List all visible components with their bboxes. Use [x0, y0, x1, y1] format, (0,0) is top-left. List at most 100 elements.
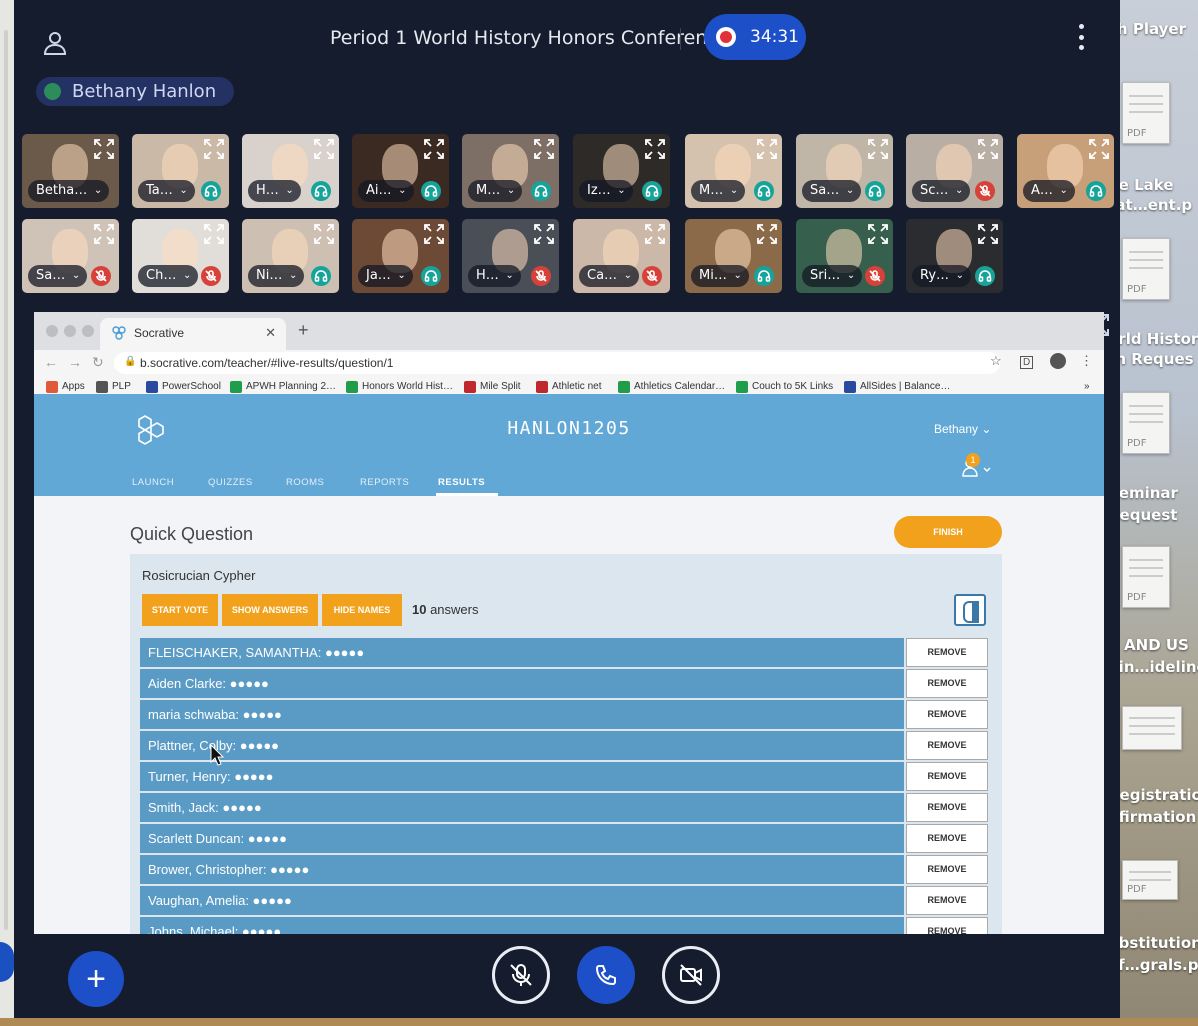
participant-tile[interactable]: H… ⌄: [242, 134, 339, 208]
expand-icon[interactable]: [533, 223, 555, 245]
reload-icon[interactable]: ↻: [92, 354, 104, 371]
participant-tile[interactable]: M… ⌄: [685, 134, 782, 208]
remove-response-button[interactable]: REMOVE: [906, 824, 988, 853]
hide-names-button[interactable]: HIDE NAMES: [322, 594, 402, 626]
expand-icon[interactable]: [313, 138, 335, 160]
expand-icon[interactable]: [1088, 138, 1110, 160]
expand-icon[interactable]: [977, 223, 999, 245]
close-tab-icon[interactable]: ✕: [265, 325, 276, 341]
participant-tile[interactable]: Sri… ⌄: [796, 219, 893, 293]
expand-icon[interactable]: [423, 138, 445, 160]
show-answers-button[interactable]: SHOW ANSWERS: [222, 594, 318, 626]
desktop-pdf-icon[interactable]: PDF: [1122, 546, 1170, 608]
participant-tile[interactable]: Ja… ⌄: [352, 219, 449, 293]
window-zoom-icon[interactable]: [82, 325, 94, 337]
bookmark-item[interactable]: PLP: [96, 381, 131, 393]
desktop-spreadsheet-icon[interactable]: [1122, 706, 1182, 750]
more-options-icon[interactable]: [1074, 24, 1088, 50]
participant-name[interactable]: Sc… ⌄: [912, 180, 971, 202]
remove-response-button[interactable]: REMOVE: [906, 855, 988, 884]
participant-name[interactable]: Betha… ⌄: [28, 180, 110, 202]
more-bookmarks-icon[interactable]: »: [1068, 381, 1090, 392]
participant-name[interactable]: Mi… ⌄: [691, 265, 749, 287]
expand-icon[interactable]: [756, 138, 778, 160]
expand-icon[interactable]: [203, 138, 225, 160]
participant-name[interactable]: M… ⌄: [468, 180, 523, 202]
desktop-pdf-icon[interactable]: PDF: [1122, 82, 1170, 144]
participant-tile[interactable]: Iz… ⌄: [573, 134, 670, 208]
window-close-icon[interactable]: [46, 325, 58, 337]
remove-response-button[interactable]: REMOVE: [906, 669, 988, 698]
bookmark-item[interactable]: Honors World Hist…: [346, 381, 453, 393]
participant-tile[interactable]: Sc… ⌄: [906, 134, 1003, 208]
desktop-pdf-icon[interactable]: PDF: [1122, 392, 1170, 454]
mute-microphone-button[interactable]: [492, 946, 550, 1004]
expand-icon[interactable]: [423, 223, 445, 245]
participant-name[interactable]: Iz… ⌄: [579, 180, 633, 202]
nav-launch[interactable]: LAUNCH: [132, 477, 174, 488]
contrast-toggle-icon[interactable]: [954, 594, 986, 626]
remove-response-button[interactable]: REMOVE: [906, 638, 988, 667]
bookmark-star-icon[interactable]: ☆: [990, 353, 1002, 369]
nav-rooms[interactable]: ROOMS: [286, 477, 324, 488]
add-action-button[interactable]: +: [68, 951, 124, 1007]
participant-tile[interactable]: Betha… ⌄: [22, 134, 119, 208]
remove-response-button[interactable]: REMOVE: [906, 762, 988, 791]
expand-icon[interactable]: [644, 223, 666, 245]
dock-app-icon[interactable]: [0, 942, 14, 982]
expand-icon[interactable]: [977, 138, 999, 160]
participant-name[interactable]: Ni… ⌄: [248, 265, 305, 287]
bookmark-item[interactable]: Athletic net: [536, 381, 601, 393]
expand-icon[interactable]: [313, 223, 335, 245]
nav-quizzes[interactable]: QUIZZES: [208, 477, 253, 488]
participant-tile[interactable]: Ca… ⌄: [573, 219, 670, 293]
bookmark-item[interactable]: APWH Planning 2…: [230, 381, 336, 393]
expand-icon[interactable]: [644, 138, 666, 160]
bookmark-item[interactable]: Mile Split: [464, 381, 521, 393]
participant-name[interactable]: M… ⌄: [691, 180, 746, 202]
forward-icon[interactable]: →: [68, 354, 82, 370]
participant-tile[interactable]: Mi… ⌄: [685, 219, 782, 293]
participant-tile[interactable]: Ai… ⌄: [352, 134, 449, 208]
participant-name[interactable]: Ca… ⌄: [579, 265, 640, 287]
start-vote-button[interactable]: START VOTE: [142, 594, 218, 626]
presenter-name-chip[interactable]: Bethany Hanlon: [36, 77, 235, 106]
remove-response-button[interactable]: REMOVE: [906, 700, 988, 729]
bookmark-item[interactable]: Couch to 5K Links: [736, 381, 833, 393]
expand-icon[interactable]: [93, 223, 115, 245]
participant-name[interactable]: Sa… ⌄: [28, 265, 88, 287]
expand-icon[interactable]: [203, 223, 225, 245]
url-input[interactable]: 🔒 b.socrative.com/teacher/#live-results/…: [114, 352, 1000, 374]
nav-results[interactable]: RESULTS: [438, 477, 485, 488]
expand-icon[interactable]: [93, 138, 115, 160]
user-icon[interactable]: [42, 30, 68, 56]
participant-name[interactable]: Ta… ⌄: [138, 180, 195, 202]
remove-response-button[interactable]: REMOVE: [906, 731, 988, 760]
participant-name[interactable]: H… ⌄: [468, 265, 521, 287]
expand-icon[interactable]: [756, 223, 778, 245]
recording-indicator[interactable]: 34:31: [704, 14, 806, 60]
bookmark-item[interactable]: Apps: [46, 381, 85, 393]
participant-tile[interactable]: Ta… ⌄: [132, 134, 229, 208]
remove-response-button[interactable]: REMOVE: [906, 886, 988, 915]
finish-button[interactable]: FINISH: [894, 516, 1002, 548]
remove-response-button[interactable]: REMOVE: [906, 917, 988, 934]
participant-name[interactable]: A… ⌄: [1023, 180, 1075, 202]
tab-socrative[interactable]: Socrative ✕: [100, 318, 286, 350]
browser-menu-icon[interactable]: ⋮: [1080, 353, 1093, 369]
desktop-pdf-icon[interactable]: PDF: [1122, 860, 1178, 900]
participant-tile[interactable]: Ch… ⌄: [132, 219, 229, 293]
participant-name[interactable]: Ai… ⌄: [358, 180, 414, 202]
participant-tile[interactable]: M… ⌄: [462, 134, 559, 208]
remove-response-button[interactable]: REMOVE: [906, 793, 988, 822]
window-minimize-icon[interactable]: [64, 325, 76, 337]
bookmark-item[interactable]: PowerSchool: [146, 381, 221, 393]
camera-off-button[interactable]: [662, 946, 720, 1004]
participant-tile[interactable]: A… ⌄: [1017, 134, 1114, 208]
new-tab-icon[interactable]: +: [298, 320, 309, 341]
participant-tile[interactable]: Sa… ⌄: [796, 134, 893, 208]
back-icon[interactable]: ←: [44, 354, 58, 370]
participant-name[interactable]: Ja… ⌄: [358, 265, 413, 287]
desktop-pdf-icon[interactable]: PDF: [1122, 238, 1170, 300]
participant-name[interactable]: Ch… ⌄: [138, 265, 199, 287]
